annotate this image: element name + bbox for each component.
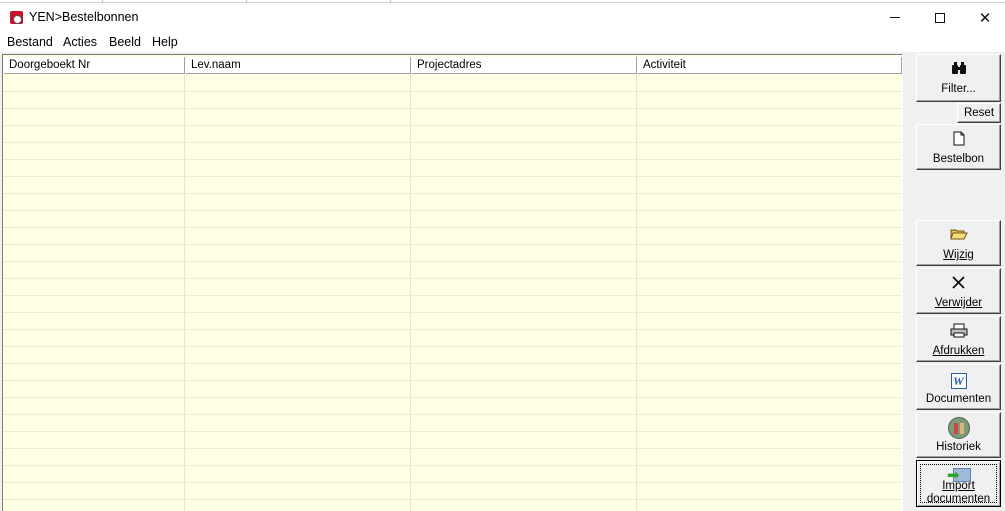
- app-icon[interactable]: [10, 11, 23, 24]
- open-folder-icon: [917, 227, 1000, 247]
- afdrukken-button[interactable]: Afdrukken: [916, 316, 1001, 362]
- wijzig-button[interactable]: Wijzig: [916, 220, 1001, 266]
- verwijder-label-text: Verwijder: [934, 297, 983, 309]
- menu-bestand[interactable]: Bestand: [7, 35, 53, 49]
- word-glyph: W: [950, 373, 967, 389]
- column-header-activiteit[interactable]: Activiteit: [637, 57, 902, 74]
- import-label-line2: documenten: [926, 493, 991, 505]
- delete-x-icon: [917, 275, 1000, 295]
- documenten-button[interactable]: W Documenten: [916, 364, 1001, 410]
- bestelbon-label: Bestelbon: [932, 153, 985, 165]
- wijzig-label: Wijzig: [943, 249, 974, 261]
- verwijder-button[interactable]: Verwijder: [916, 268, 1001, 314]
- title-bar: YEN>Bestelbonnen ✕: [0, 3, 1005, 32]
- grid-body[interactable]: [3, 75, 902, 511]
- maximize-button[interactable]: [917, 3, 963, 32]
- documenten-label: Documenten: [925, 393, 992, 405]
- menu-acties[interactable]: Acties: [63, 35, 97, 49]
- word-document-icon: W: [917, 371, 1000, 391]
- filter-button[interactable]: Filter...: [916, 54, 1001, 102]
- binoculars-icon: [917, 61, 1000, 81]
- import-documenten-button[interactable]: ➡ Import documenten: [916, 460, 1001, 507]
- import-label: Import documenten: [921, 480, 996, 506]
- menu-help[interactable]: Help: [152, 35, 178, 49]
- column-header-doorgeboekt-nr[interactable]: Doorgeboekt Nr: [3, 57, 185, 74]
- filter-label-text: Filter...: [941, 83, 976, 95]
- new-document-icon: [917, 131, 1000, 151]
- verwijder-label: Verwijder: [917, 297, 1000, 309]
- column-header-projectadres[interactable]: Projectadres: [411, 57, 637, 74]
- menu-bar: Bestand Acties Beeld Help: [0, 32, 1005, 52]
- focus-rectangle: ➡ Import documenten: [920, 464, 997, 506]
- minimize-button[interactable]: [872, 3, 918, 32]
- maximize-icon: [935, 12, 945, 23]
- minimize-icon: [890, 17, 900, 18]
- import-label-line1: Import: [942, 480, 975, 492]
- reset-button[interactable]: Reset: [957, 103, 1001, 123]
- historiek-label: Historiek: [936, 441, 981, 453]
- close-button[interactable]: ✕: [962, 3, 1005, 32]
- printer-icon: [917, 323, 1000, 343]
- grid-header: Doorgeboekt Nr Lev.naam Projectadres Act…: [3, 57, 902, 74]
- menu-beeld[interactable]: Beeld: [109, 35, 141, 49]
- action-panel: Filter... Reset Bestelbon Wijzig Verwijd…: [903, 52, 1005, 511]
- archive-glyph: [947, 417, 970, 439]
- history-archive-icon: [917, 417, 1000, 439]
- close-icon: ✕: [978, 9, 992, 27]
- window-title: YEN>Bestelbonnen: [29, 10, 139, 24]
- orders-grid[interactable]: Doorgeboekt Nr Lev.naam Projectadres Act…: [2, 54, 903, 511]
- afdrukken-label: Afdrukken: [932, 345, 985, 357]
- column-header-lev-naam[interactable]: Lev.naam: [185, 57, 411, 74]
- filter-label: Filter...: [917, 83, 1000, 95]
- bestelbon-button[interactable]: Bestelbon: [916, 124, 1001, 170]
- historiek-button[interactable]: Historiek: [916, 412, 1001, 458]
